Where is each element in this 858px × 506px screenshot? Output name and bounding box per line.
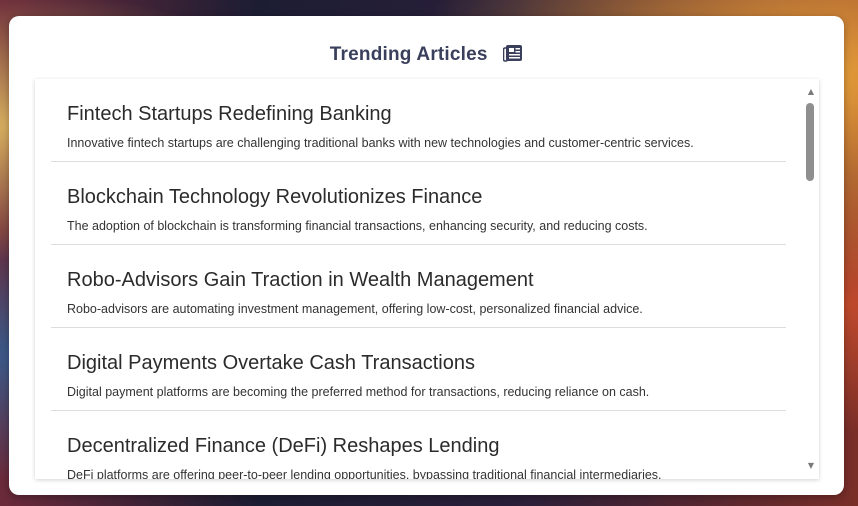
article-title[interactable]: Robo-Advisors Gain Traction in Wealth Ma…: [67, 269, 534, 292]
articles-list: Fintech Startups Redefining Banking Inno…: [51, 79, 786, 479]
article-title[interactable]: Fintech Startups Redefining Banking: [67, 103, 392, 126]
scrollbar-thumb[interactable]: [806, 103, 814, 181]
vertical-scrollbar[interactable]: ▲ ▼: [803, 79, 819, 479]
article-description: The adoption of blockchain is transformi…: [67, 219, 648, 233]
articles-list-panel[interactable]: Fintech Startups Redefining Banking Inno…: [35, 79, 819, 479]
card-header: Trending Articles: [9, 44, 844, 66]
newspaper-icon: [502, 44, 523, 62]
article-description: Innovative fintech startups are challeng…: [67, 136, 694, 150]
article-item[interactable]: Blockchain Technology Revolutionizes Fin…: [51, 162, 786, 245]
trending-articles-card: Trending Articles Fintech Startups Redef…: [9, 16, 844, 495]
article-item[interactable]: Fintech Startups Redefining Banking Inno…: [51, 79, 786, 162]
article-item[interactable]: Robo-Advisors Gain Traction in Wealth Ma…: [51, 245, 786, 328]
card-title: Trending Articles: [329, 44, 488, 65]
article-description: DeFi platforms are offering peer-to-peer…: [67, 468, 662, 479]
article-title[interactable]: Digital Payments Overtake Cash Transacti…: [67, 352, 475, 375]
article-item[interactable]: Decentralized Finance (DeFi) Reshapes Le…: [51, 411, 786, 479]
article-item[interactable]: Digital Payments Overtake Cash Transacti…: [51, 328, 786, 411]
triangle-down-icon[interactable]: ▼: [803, 459, 819, 473]
article-description: Robo-advisors are automating investment …: [67, 302, 643, 316]
article-description: Digital payment platforms are becoming t…: [67, 385, 650, 399]
article-title[interactable]: Decentralized Finance (DeFi) Reshapes Le…: [67, 435, 499, 458]
article-title[interactable]: Blockchain Technology Revolutionizes Fin…: [67, 186, 482, 209]
triangle-up-icon[interactable]: ▲: [803, 85, 819, 99]
